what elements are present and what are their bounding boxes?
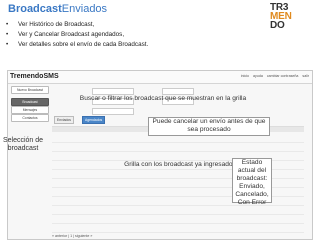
nav-home[interactable]: inicio bbox=[241, 74, 249, 78]
callout-status: Estado actual del broadcast: Enviado, Ca… bbox=[232, 158, 272, 206]
bullet-item: • Ver Histórico de Broadcast, bbox=[6, 21, 95, 28]
sidebar-item-new-broadcast[interactable]: Nuevo Broadcast bbox=[11, 86, 49, 94]
logo-line: DO bbox=[270, 20, 285, 31]
bullet-text: Ver detalles sobre el envío de cada Broa… bbox=[18, 41, 149, 48]
filter-row bbox=[52, 88, 304, 95]
tab-sent[interactable]: Enviados bbox=[54, 116, 74, 124]
sidebar-item-broadcast[interactable]: Broadcast bbox=[11, 98, 49, 106]
bullet-list: • Ver Histórico de Broadcast, • Ver y Canc… bbox=[6, 20, 246, 50]
filter-row bbox=[52, 108, 304, 115]
tremendo-logo: TR3 MEN DO bbox=[270, 3, 314, 31]
nav-help[interactable]: ayuda bbox=[253, 74, 263, 78]
sidebar-item-messages[interactable]: Mensajes bbox=[11, 106, 49, 114]
callout-grid: Grilla con los broadcast ya ingresados bbox=[124, 161, 236, 168]
bullet-item: • Ver detalles sobre el envío de cada Bro… bbox=[6, 41, 149, 48]
title-part-1: Broadcast bbox=[8, 3, 62, 15]
callout-cancel: Puede cancelar un envío antes de que sea… bbox=[148, 117, 270, 136]
title-part-2: Enviados bbox=[61, 3, 108, 15]
callout-filter: Buscar o filtrar los broadcast que se mu… bbox=[79, 95, 247, 102]
sidebar-item-contacts[interactable]: Contactos bbox=[11, 114, 49, 122]
filter-input[interactable] bbox=[92, 108, 134, 115]
pagination[interactable]: « anterior | 1 | siguiente » bbox=[52, 234, 92, 238]
bullet-text: Ver Histórico de Broadcast, bbox=[18, 21, 95, 28]
nav-change-password[interactable]: cambiar contraseña bbox=[267, 74, 299, 78]
tab-scheduled[interactable]: Agendados bbox=[82, 116, 106, 124]
bullet-text: Ver y Cancelar Broadcast agendados, bbox=[18, 31, 125, 38]
bullet-item: • Ver y Cancelar Broadcast agendados, bbox=[6, 31, 125, 38]
app-header: TremendoSMS inicio ayuda cambiar contras… bbox=[8, 71, 312, 84]
app-brand: TremendoSMS bbox=[10, 73, 59, 80]
slide-title: BroadcastEnviados bbox=[8, 3, 107, 15]
filter-input[interactable] bbox=[92, 88, 134, 95]
top-nav: inicio ayuda cambiar contraseña salir bbox=[238, 74, 309, 78]
nav-logout[interactable]: salir bbox=[302, 74, 309, 78]
callout-selection: Selección de broadcast bbox=[2, 137, 44, 152]
filter-input[interactable] bbox=[162, 88, 194, 95]
